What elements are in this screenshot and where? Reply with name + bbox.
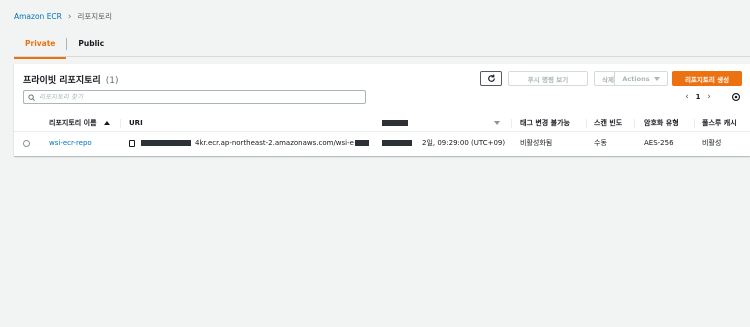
repository-count: (1) [105, 76, 119, 86]
next-page-icon[interactable]: › [703, 92, 715, 102]
column-header-created[interactable] [382, 115, 408, 131]
column-header-scan-frequency[interactable]: 스캔 빈도 [594, 115, 622, 131]
panel-title-text: 프라이빗 리포지토리 [23, 76, 101, 86]
copy-icon[interactable] [129, 139, 135, 147]
redacted-block [141, 140, 191, 146]
actions-dropdown[interactable]: Actions [614, 71, 668, 86]
column-divider [511, 119, 512, 128]
redacted-block [382, 140, 412, 146]
sort-descending-icon [494, 121, 500, 125]
created-at-cell: 2일, 09:29:00 (UTC+09) [382, 134, 505, 152]
breadcrumb-root-link[interactable]: Amazon ECR [14, 12, 62, 21]
refresh-icon [487, 74, 495, 82]
column-divider [586, 119, 587, 128]
redacted-block [354, 140, 369, 146]
pull-through-cache-cell: 비활성 [702, 139, 722, 147]
search-box [23, 90, 366, 104]
previous-page-icon[interactable]: ‹ [681, 92, 693, 102]
pagination: ‹ 1 › [681, 92, 715, 102]
repositories-panel: 프라이빗 리포지토리 (1) 푸시 명령 보기 삭제 Actions 리포지토리… [14, 64, 750, 156]
create-repository-button[interactable]: 리포지토리 생성 [672, 71, 742, 86]
scan-frequency-cell: 수동 [594, 139, 607, 147]
sort-toggle[interactable] [494, 115, 500, 131]
sort-ascending-icon [103, 121, 110, 125]
current-page-number[interactable]: 1 [693, 93, 703, 101]
repository-name-cell: wsi-ecr-repo [49, 134, 92, 152]
ecr-repositories-page: Amazon ECR › 리포지토리 Private Public 프라이빗 리… [0, 0, 750, 327]
row-select-radio[interactable] [23, 134, 30, 152]
column-label-name: 리포지토리 이름 [49, 119, 97, 127]
column-header-name[interactable]: 리포지토리 이름 [49, 115, 110, 131]
gear-icon[interactable] [731, 92, 741, 102]
breadcrumb: Amazon ECR › 리포지토리 [14, 11, 112, 22]
search-icon [28, 93, 35, 101]
column-divider [694, 119, 695, 128]
column-header-tag-immutability[interactable]: 태그 변경 불가능 [520, 115, 570, 131]
column-header-uri[interactable]: URI [129, 115, 143, 131]
column-header-encryption[interactable]: 암호화 유형 [644, 115, 679, 131]
column-divider [120, 119, 121, 128]
refresh-button[interactable] [480, 71, 502, 86]
uri-text: 4kr.ecr.ap-northeast-2.amazonaws.com/wsi… [195, 139, 354, 147]
table-row[interactable]: wsi-ecr-repo 4kr.ecr.ap-northeast-2.amaz… [14, 134, 750, 152]
redacted-block [382, 120, 408, 126]
uri-cell: 4kr.ecr.ap-northeast-2.amazonaws.com/wsi… [129, 134, 369, 152]
search-input[interactable] [39, 93, 359, 101]
column-divider [634, 119, 635, 128]
radio-button[interactable] [23, 139, 30, 147]
panel-title: 프라이빗 리포지토리 (1) [23, 73, 119, 86]
caret-down-icon [653, 76, 660, 81]
encryption-cell: AES-256 [644, 139, 674, 147]
table-header: 리포지토리 이름 URI 태그 변경 불가능 스캔 빈도 암호화 유형 풀스루 … [14, 115, 750, 132]
chevron-right-icon: › [67, 11, 72, 22]
breadcrumb-current: 리포지토리 [77, 12, 113, 21]
actions-label: Actions [622, 74, 650, 83]
created-at-text: 2일, 09:29:00 (UTC+09) [422, 139, 506, 147]
tabs-underline [14, 56, 750, 57]
repository-name-link[interactable]: wsi-ecr-repo [49, 139, 92, 147]
column-header-pull-through-cache[interactable]: 풀스루 캐시 [702, 115, 737, 131]
tag-immutability-cell: 비활성화됨 [520, 139, 553, 147]
view-push-commands-button[interactable]: 푸시 명령 보기 [508, 71, 588, 86]
